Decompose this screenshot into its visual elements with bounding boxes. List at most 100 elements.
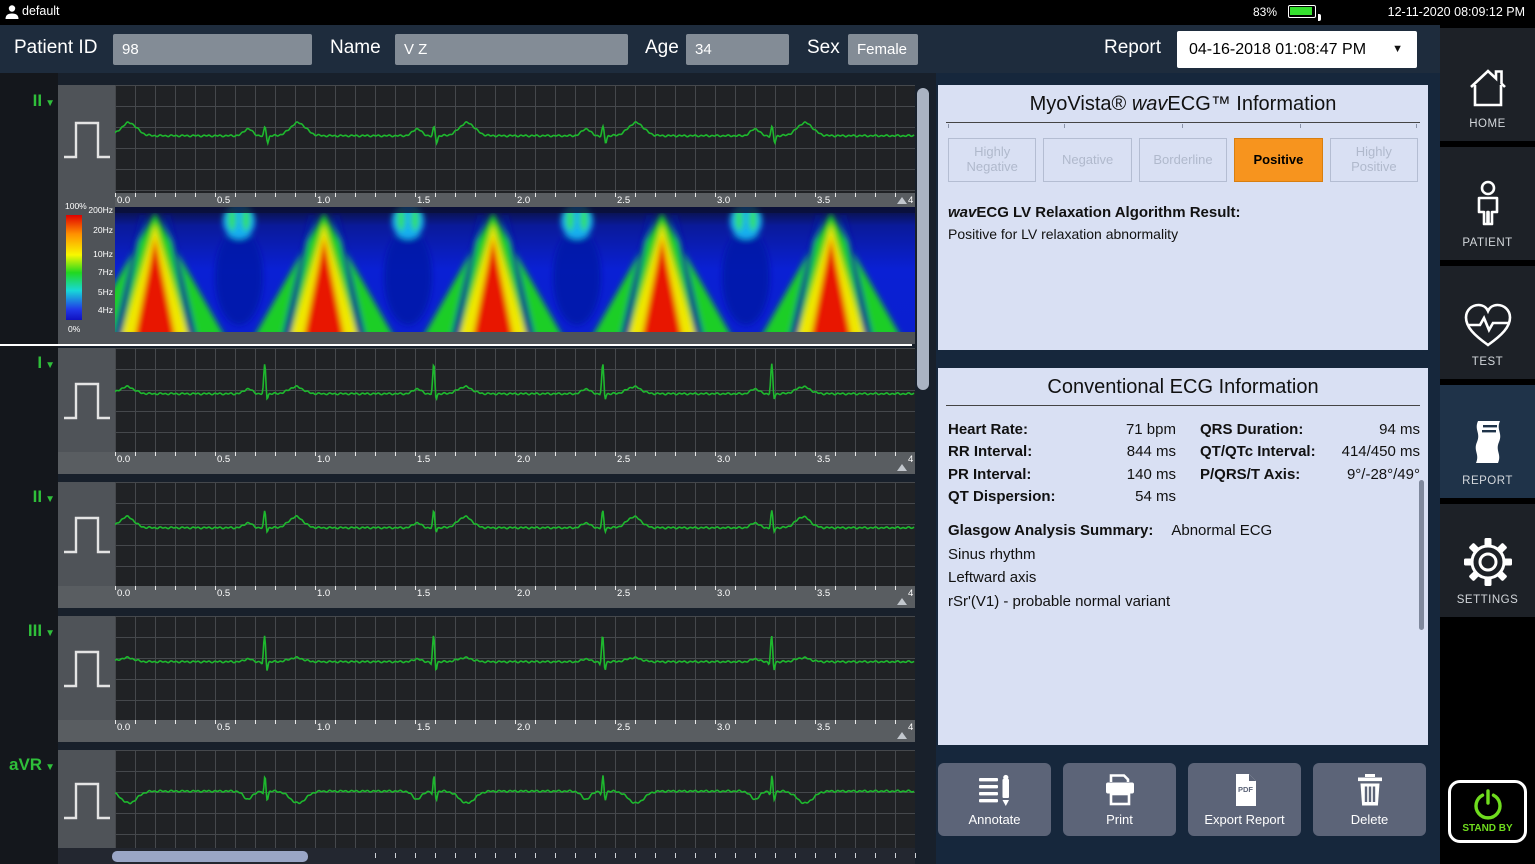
class-btn-borderline[interactable]: Borderline: [1139, 138, 1227, 182]
lead-selector-3[interactable]: II▼: [0, 487, 55, 507]
time-tick-label: 4: [908, 588, 913, 599]
sidebar-item-home[interactable]: HOME: [1440, 28, 1535, 141]
time-tick: [775, 193, 776, 197]
class-btn-highly-positive[interactable]: Highly Positive: [1330, 138, 1418, 182]
chevron-down-icon: ▼: [1392, 31, 1403, 68]
time-tick: [615, 720, 616, 724]
time-tick: [135, 586, 136, 590]
time-tick: [875, 720, 876, 724]
strip-resize-handle[interactable]: [897, 197, 907, 204]
time-tick: [535, 586, 536, 590]
time-tick-label: 3.5: [817, 588, 830, 599]
wavecg-info-panel: MyoVista® wavECG™ Information Highly Neg…: [938, 85, 1428, 350]
time-tick: [755, 720, 756, 724]
time-tick: [375, 193, 376, 197]
panel-scrollbar-thumb[interactable]: [1419, 480, 1424, 630]
time-tick: [835, 720, 836, 724]
delete-button[interactable]: Delete: [1313, 763, 1426, 836]
strip-resize-handle[interactable]: [897, 464, 907, 471]
time-tick: [815, 720, 816, 724]
chevron-down-icon: ▼: [45, 762, 55, 773]
lead-selector-4[interactable]: III▼: [0, 621, 55, 641]
time-tick: [275, 193, 276, 197]
time-tick-label: 0.5: [217, 722, 230, 733]
time-tick: [495, 853, 496, 858]
freq-label: 20Hz: [93, 225, 113, 235]
time-tick: [495, 452, 496, 456]
time-tick-label: 0.0: [117, 454, 130, 465]
time-tick-label: 3.5: [817, 195, 830, 206]
freq-label: 10Hz: [93, 249, 113, 259]
measurement-row: RR Interval:844 ms QT/QTc Interval:414/4…: [948, 441, 1420, 464]
time-tick-label: 3.0: [717, 195, 730, 206]
wavecg-panel-title: MyoVista® wavECG™ Information: [938, 85, 1428, 116]
measurements-table: Heart Rate:71 bpm QRS Duration:94 ms RR …: [948, 418, 1420, 508]
time-tick-label: 4: [908, 454, 913, 465]
sidebar-item-test[interactable]: TEST: [1440, 266, 1535, 379]
sex-field[interactable]: Female: [848, 34, 918, 65]
time-tick: [795, 853, 796, 858]
time-tick: [215, 452, 216, 456]
time-tick: [375, 853, 376, 858]
sex-label: Sex: [807, 37, 840, 59]
report-actions: Annotate Print PDF Export Report: [938, 763, 1428, 836]
ecg-trace-panel-5[interactable]: [115, 750, 915, 848]
battery-icon: [1288, 5, 1316, 18]
sidebar-item-patient[interactable]: PATIENT: [1440, 147, 1535, 260]
time-tick: [775, 720, 776, 724]
time-tick: [475, 720, 476, 724]
export-report-button[interactable]: PDF Export Report: [1188, 763, 1301, 836]
time-tick: [655, 586, 656, 590]
time-tick: [515, 193, 516, 197]
class-btn-positive[interactable]: Positive: [1234, 138, 1322, 182]
ecg-trace-panel-3[interactable]: [115, 482, 915, 586]
time-tick: [395, 720, 396, 724]
standby-button[interactable]: STAND BY: [1448, 780, 1527, 843]
time-tick: [855, 586, 856, 590]
print-button[interactable]: Print: [1063, 763, 1176, 836]
horizontal-scrollbar-track[interactable]: [58, 848, 915, 864]
time-tick-label: 3.5: [817, 454, 830, 465]
vertical-scrollbar-thumb[interactable]: [917, 88, 929, 390]
time-tick: [735, 853, 736, 858]
strip-resize-handle[interactable]: [897, 598, 907, 605]
time-tick: [575, 720, 576, 724]
test-icon: [1462, 301, 1514, 349]
annotate-button[interactable]: Annotate: [938, 763, 1051, 836]
horizontal-scrollbar-thumb[interactable]: [112, 851, 308, 862]
report-dropdown[interactable]: 04-16-2018 01:08:47 PM ▼: [1177, 31, 1417, 68]
time-tick: [395, 193, 396, 197]
time-tick: [715, 193, 716, 197]
sidebar-item-report[interactable]: REPORT: [1440, 385, 1535, 498]
time-axis: 0.00.51.01.52.02.53.03.54: [58, 586, 915, 608]
strip-resize-handle[interactable]: [897, 732, 907, 739]
lead-selector-2[interactable]: I▼: [0, 353, 55, 373]
time-tick: [335, 720, 336, 724]
lead-selector-1[interactable]: II▼: [0, 91, 55, 111]
age-field[interactable]: 34: [686, 34, 789, 65]
nav-sidebar: HOME PATIENT TEST REPORT: [1440, 25, 1535, 864]
time-tick: [355, 720, 356, 724]
ecg-trace-panel-4[interactable]: [115, 616, 915, 720]
ecg-trace-panel-2[interactable]: [115, 348, 915, 452]
measurement-row: QT Dispersion:54 ms: [948, 486, 1420, 509]
time-tick-label: 1.0: [317, 722, 330, 733]
time-tick: [535, 452, 536, 456]
class-btn-negative[interactable]: Negative: [1043, 138, 1131, 182]
sidebar-item-settings[interactable]: SETTINGS: [1440, 504, 1535, 617]
class-btn-highly-negative[interactable]: Highly Negative: [948, 138, 1036, 182]
glasgow-line: Sinus rhythm: [948, 546, 1418, 563]
name-field[interactable]: V Z: [395, 34, 628, 65]
time-tick: [375, 586, 376, 590]
ecg-trace-panel-1[interactable]: [115, 85, 915, 193]
time-tick: [755, 452, 756, 456]
time-tick: [495, 193, 496, 197]
patient-id-label: Patient ID: [14, 37, 97, 59]
time-tick-label: 3.0: [717, 588, 730, 599]
patient-id-field[interactable]: 98: [113, 34, 312, 65]
lead-selector-5[interactable]: aVR▼: [0, 755, 55, 775]
time-tick: [375, 720, 376, 724]
time-tick: [155, 720, 156, 724]
time-tick-label: 2.0: [517, 722, 530, 733]
time-tick: [615, 586, 616, 590]
